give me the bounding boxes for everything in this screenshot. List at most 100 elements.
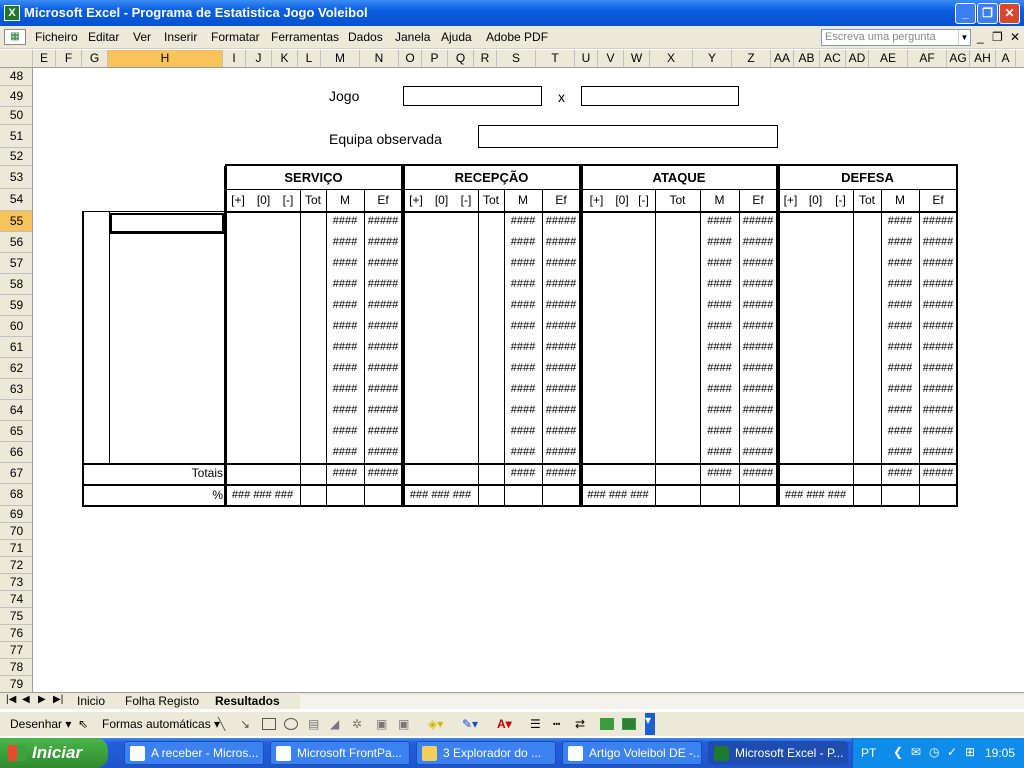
row-header-52[interactable]: 52: [0, 148, 32, 166]
row-header-65[interactable]: 65: [0, 421, 32, 442]
chevron-down-icon[interactable]: ▼: [958, 30, 970, 45]
column-header-y[interactable]: Y: [693, 50, 732, 67]
next-sheet-icon[interactable]: ▶: [38, 694, 46, 705]
row-header-69[interactable]: 69: [0, 506, 32, 523]
row-header-48[interactable]: 48: [0, 68, 32, 86]
row-header-59[interactable]: 59: [0, 295, 32, 316]
column-header-m[interactable]: M: [321, 50, 360, 67]
shadow-icon[interactable]: [600, 718, 614, 730]
line-icon[interactable]: ╲: [218, 717, 225, 731]
menu-ver[interactable]: Ver: [133, 30, 151, 44]
line-color-icon[interactable]: ✎▾: [462, 717, 478, 731]
column-header-q[interactable]: Q: [448, 50, 474, 67]
line-style-icon[interactable]: ☰: [530, 717, 541, 731]
horizontal-scrollbar[interactable]: [300, 695, 1024, 709]
row-header-50[interactable]: 50: [0, 107, 32, 125]
fill-color-icon[interactable]: ◈▾: [428, 717, 443, 731]
column-header-r[interactable]: R: [474, 50, 497, 67]
row-header-62[interactable]: 62: [0, 358, 32, 379]
row-header-70[interactable]: 70: [0, 523, 32, 540]
taskbar-item-frontpage[interactable]: Microsoft FrontPa...: [270, 741, 410, 765]
wordart-icon[interactable]: ◢: [330, 717, 339, 731]
arrow-style-icon[interactable]: ⇄: [575, 717, 585, 731]
start-button[interactable]: Iniciar: [0, 738, 108, 768]
column-header-f[interactable]: F: [56, 50, 82, 67]
rectangle-icon[interactable]: [262, 718, 276, 730]
taskbar-item-outlook[interactable]: A receber - Micros...: [124, 741, 264, 765]
row-header-77[interactable]: 77: [0, 642, 32, 659]
column-header-w[interactable]: W: [624, 50, 650, 67]
worksheet-grid[interactable]: Jogo x Equipa observada SERVIÇO [+] [0] [-]…: [33, 68, 1024, 692]
row-header-72[interactable]: 72: [0, 557, 32, 574]
menu-ficheiro[interactable]: Ficheiro: [35, 30, 78, 44]
doc-close-button[interactable]: ✕: [1010, 30, 1020, 44]
clock-app-icon[interactable]: ◷: [929, 745, 939, 759]
oval-icon[interactable]: [284, 718, 298, 730]
last-sheet-icon[interactable]: ▶|: [53, 694, 63, 705]
row-header-67[interactable]: 67: [0, 463, 32, 484]
row-header-58[interactable]: 58: [0, 274, 32, 295]
desenhar-menu[interactable]: Desenhar ▾: [10, 717, 71, 731]
tab-inicio[interactable]: Inicio: [77, 694, 105, 708]
prev-sheet-icon[interactable]: ◀: [22, 694, 30, 705]
dash-style-icon[interactable]: ┅: [553, 717, 560, 731]
column-header-g[interactable]: G: [82, 50, 108, 67]
menu-formatar[interactable]: Formatar: [211, 30, 260, 44]
column-header-k[interactable]: K: [272, 50, 298, 67]
toolbar-options-icon[interactable]: ▾: [645, 713, 655, 735]
doc-restore-button[interactable]: ❐: [992, 30, 1003, 44]
team-b-input[interactable]: [581, 86, 739, 106]
close-button[interactable]: ✕: [999, 3, 1020, 24]
row-header-56[interactable]: 56: [0, 232, 32, 253]
column-header-u[interactable]: U: [575, 50, 598, 67]
menu-editar[interactable]: Editar: [88, 30, 119, 44]
column-header-ad[interactable]: AD: [846, 50, 869, 67]
column-header-aa[interactable]: AA: [771, 50, 794, 67]
column-header-p[interactable]: P: [422, 50, 448, 67]
clipart-icon[interactable]: ▣: [376, 717, 387, 731]
row-header-78[interactable]: 78: [0, 659, 32, 676]
security-icon[interactable]: ✓: [947, 745, 957, 759]
row-header-54[interactable]: 54: [0, 189, 32, 211]
mail-icon[interactable]: ✉: [911, 745, 921, 759]
column-header-af[interactable]: AF: [908, 50, 947, 67]
column-header-ac[interactable]: AC: [820, 50, 846, 67]
column-header-a[interactable]: A: [996, 50, 1016, 67]
column-header-ah[interactable]: AH: [970, 50, 996, 67]
column-header-z[interactable]: Z: [732, 50, 771, 67]
observed-team-input[interactable]: [478, 125, 778, 148]
row-header-55[interactable]: 55: [0, 211, 32, 232]
column-header-e[interactable]: E: [33, 50, 56, 67]
column-header-v[interactable]: V: [598, 50, 624, 67]
menu-adobe-pdf[interactable]: Adobe PDF: [486, 30, 548, 44]
excel-app-icon[interactable]: X: [4, 5, 20, 21]
select-all-corner[interactable]: [0, 50, 33, 67]
tab-folha-registo[interactable]: Folha Registo: [125, 694, 199, 708]
row-header-64[interactable]: 64: [0, 400, 32, 421]
column-header-h[interactable]: H: [108, 50, 223, 67]
language-indicator[interactable]: PT: [861, 746, 876, 760]
row-header-75[interactable]: 75: [0, 608, 32, 625]
picture-icon[interactable]: ▣: [398, 717, 409, 731]
minimize-button[interactable]: _: [955, 3, 976, 24]
taskbar-item-explorer[interactable]: 3 Explorador do ...: [416, 741, 556, 765]
document-icon[interactable]: ▦: [4, 29, 26, 45]
menu-inserir[interactable]: Inserir: [164, 30, 197, 44]
row-header-51[interactable]: 51: [0, 125, 32, 148]
row-header-79[interactable]: 79: [0, 676, 32, 692]
row-header-63[interactable]: 63: [0, 379, 32, 400]
doc-minimize-button[interactable]: _: [977, 30, 984, 44]
textbox-icon[interactable]: ▤: [308, 717, 319, 731]
menu-dados[interactable]: Dados: [348, 30, 383, 44]
column-header-t[interactable]: T: [536, 50, 575, 67]
taskbar-item-word[interactable]: Artigo Voleibol DE -...: [562, 741, 702, 765]
tray-arrow-icon[interactable]: ❮: [893, 745, 903, 759]
row-header-60[interactable]: 60: [0, 316, 32, 337]
active-cell-h55[interactable]: [110, 213, 224, 233]
row-header-53[interactable]: 53: [0, 166, 32, 189]
formas-automaticas-menu[interactable]: Formas automáticas ▾: [102, 717, 220, 731]
taskbar-item-excel[interactable]: Microsoft Excel - P...: [708, 741, 848, 765]
row-header-57[interactable]: 57: [0, 253, 32, 274]
column-header-j[interactable]: J: [246, 50, 272, 67]
diagram-icon[interactable]: ✲: [352, 717, 362, 731]
